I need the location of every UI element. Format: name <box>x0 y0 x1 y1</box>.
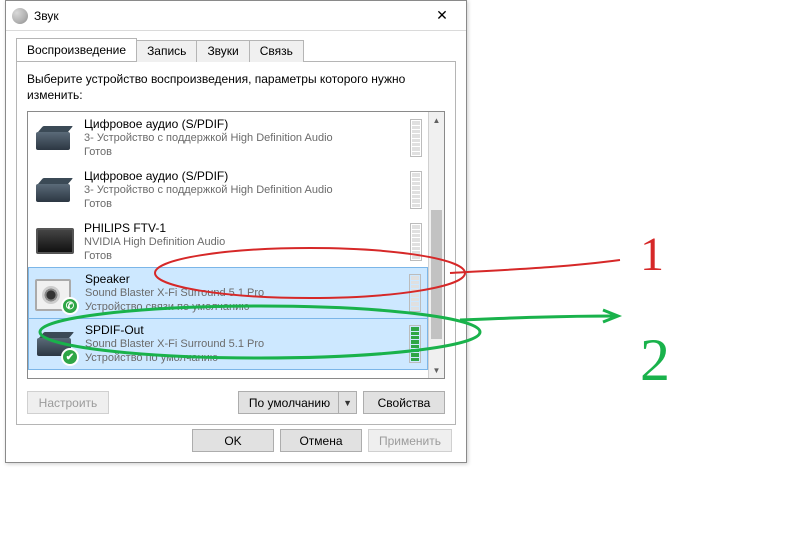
device-sub: Sound Blaster X-Fi Surround 5.1 Pro <box>85 287 405 301</box>
device-status: Готов <box>84 146 406 160</box>
default-badge-icon <box>61 348 79 366</box>
device-sub: Sound Blaster X-Fi Surround 5.1 Pro <box>85 338 405 352</box>
device-name: PHILIPS FTV-1 <box>84 221 406 236</box>
app-icon <box>12 8 28 24</box>
scroll-up-icon[interactable]: ▲ <box>429 112 444 128</box>
tab-panel-playback: Выберите устройство воспроизведения, пар… <box>16 61 456 425</box>
device-text: Speaker Sound Blaster X-Fi Surround 5.1 … <box>85 272 405 315</box>
device-sub: 3- Устройство с поддержкой High Definiti… <box>84 184 406 198</box>
sound-dialog: Звук ✕ Воспроизведение Запись Звуки Связ… <box>5 0 467 463</box>
vu-meter <box>409 325 421 363</box>
device-item[interactable]: Цифровое аудио (S/PDIF) 3- Устройство с … <box>28 112 428 164</box>
device-status: Готов <box>84 198 406 212</box>
device-item[interactable]: Цифровое аудио (S/PDIF) 3- Устройство с … <box>28 164 428 216</box>
annotation-label-1: 1 <box>640 228 664 281</box>
tab-recording[interactable]: Запись <box>136 40 197 62</box>
instruction-text: Выберите устройство воспроизведения, пар… <box>27 72 445 103</box>
close-button[interactable]: ✕ <box>422 2 462 30</box>
device-name: SPDIF-Out <box>85 323 405 338</box>
window-title: Звук <box>34 9 422 23</box>
scroll-track[interactable] <box>429 128 444 362</box>
device-name: Speaker <box>85 272 405 287</box>
device-item[interactable]: PHILIPS FTV-1 NVIDIA High Definition Aud… <box>28 216 428 268</box>
device-text: Цифровое аудио (S/PDIF) 3- Устройство с … <box>84 117 406 160</box>
scrollbar[interactable]: ▲ ▼ <box>428 112 444 378</box>
device-item-spdif-out[interactable]: SPDIF-Out Sound Blaster X-Fi Surround 5.… <box>28 318 428 370</box>
ok-button[interactable]: OK <box>192 429 274 452</box>
tab-playback[interactable]: Воспроизведение <box>16 38 137 61</box>
dialog-buttons: OK Отмена Применить <box>6 429 466 452</box>
device-icon-monitor <box>34 222 76 262</box>
device-text: SPDIF-Out Sound Blaster X-Fi Surround 5.… <box>85 323 405 366</box>
device-sub: NVIDIA High Definition Audio <box>84 236 406 250</box>
device-text: Цифровое аудио (S/PDIF) 3- Устройство с … <box>84 169 406 212</box>
device-item-speaker[interactable]: Speaker Sound Blaster X-Fi Surround 5.1 … <box>28 267 428 319</box>
configure-button[interactable]: Настроить <box>27 391 109 414</box>
apply-button[interactable]: Применить <box>368 429 452 452</box>
scroll-thumb[interactable] <box>431 210 442 339</box>
device-list: Цифровое аудио (S/PDIF) 3- Устройство с … <box>27 111 445 379</box>
device-text: PHILIPS FTV-1 NVIDIA High Definition Aud… <box>84 221 406 264</box>
device-icon-spdif <box>34 118 76 158</box>
scroll-down-icon[interactable]: ▼ <box>429 362 444 378</box>
device-icon-speaker <box>35 273 77 313</box>
chevron-down-icon[interactable]: ▼ <box>343 398 352 408</box>
vu-meter <box>409 274 421 312</box>
device-status: Устройство по умолчанию <box>85 352 405 366</box>
default-comm-badge-icon <box>61 297 79 315</box>
device-name: Цифровое аудио (S/PDIF) <box>84 117 406 132</box>
device-sub: 3- Устройство с поддержкой High Definiti… <box>84 132 406 146</box>
properties-button[interactable]: Свойства <box>363 391 445 414</box>
set-default-button[interactable]: По умолчанию ▼ <box>238 391 357 414</box>
device-status: Готов <box>84 250 406 264</box>
tab-communications[interactable]: Связь <box>249 40 304 62</box>
device-icon-spdif <box>34 170 76 210</box>
device-buttons: Настроить По умолчанию ▼ Свойства <box>27 391 445 414</box>
cancel-button[interactable]: Отмена <box>280 429 362 452</box>
device-status: Устройство связи по умолчанию <box>85 301 405 315</box>
annotation-label-2: 2 <box>640 327 670 393</box>
device-icon-spdif <box>35 324 77 364</box>
titlebar[interactable]: Звук ✕ <box>6 1 466 31</box>
device-name: Цифровое аудио (S/PDIF) <box>84 169 406 184</box>
device-list-inner: Цифровое аудио (S/PDIF) 3- Устройство с … <box>28 112 428 378</box>
vu-meter <box>410 171 422 209</box>
tab-strip: Воспроизведение Запись Звуки Связь <box>16 37 456 61</box>
vu-meter <box>410 223 422 261</box>
close-icon: ✕ <box>436 7 448 24</box>
tab-sounds[interactable]: Звуки <box>196 40 249 62</box>
vu-meter <box>410 119 422 157</box>
set-default-label: По умолчанию <box>249 396 330 410</box>
